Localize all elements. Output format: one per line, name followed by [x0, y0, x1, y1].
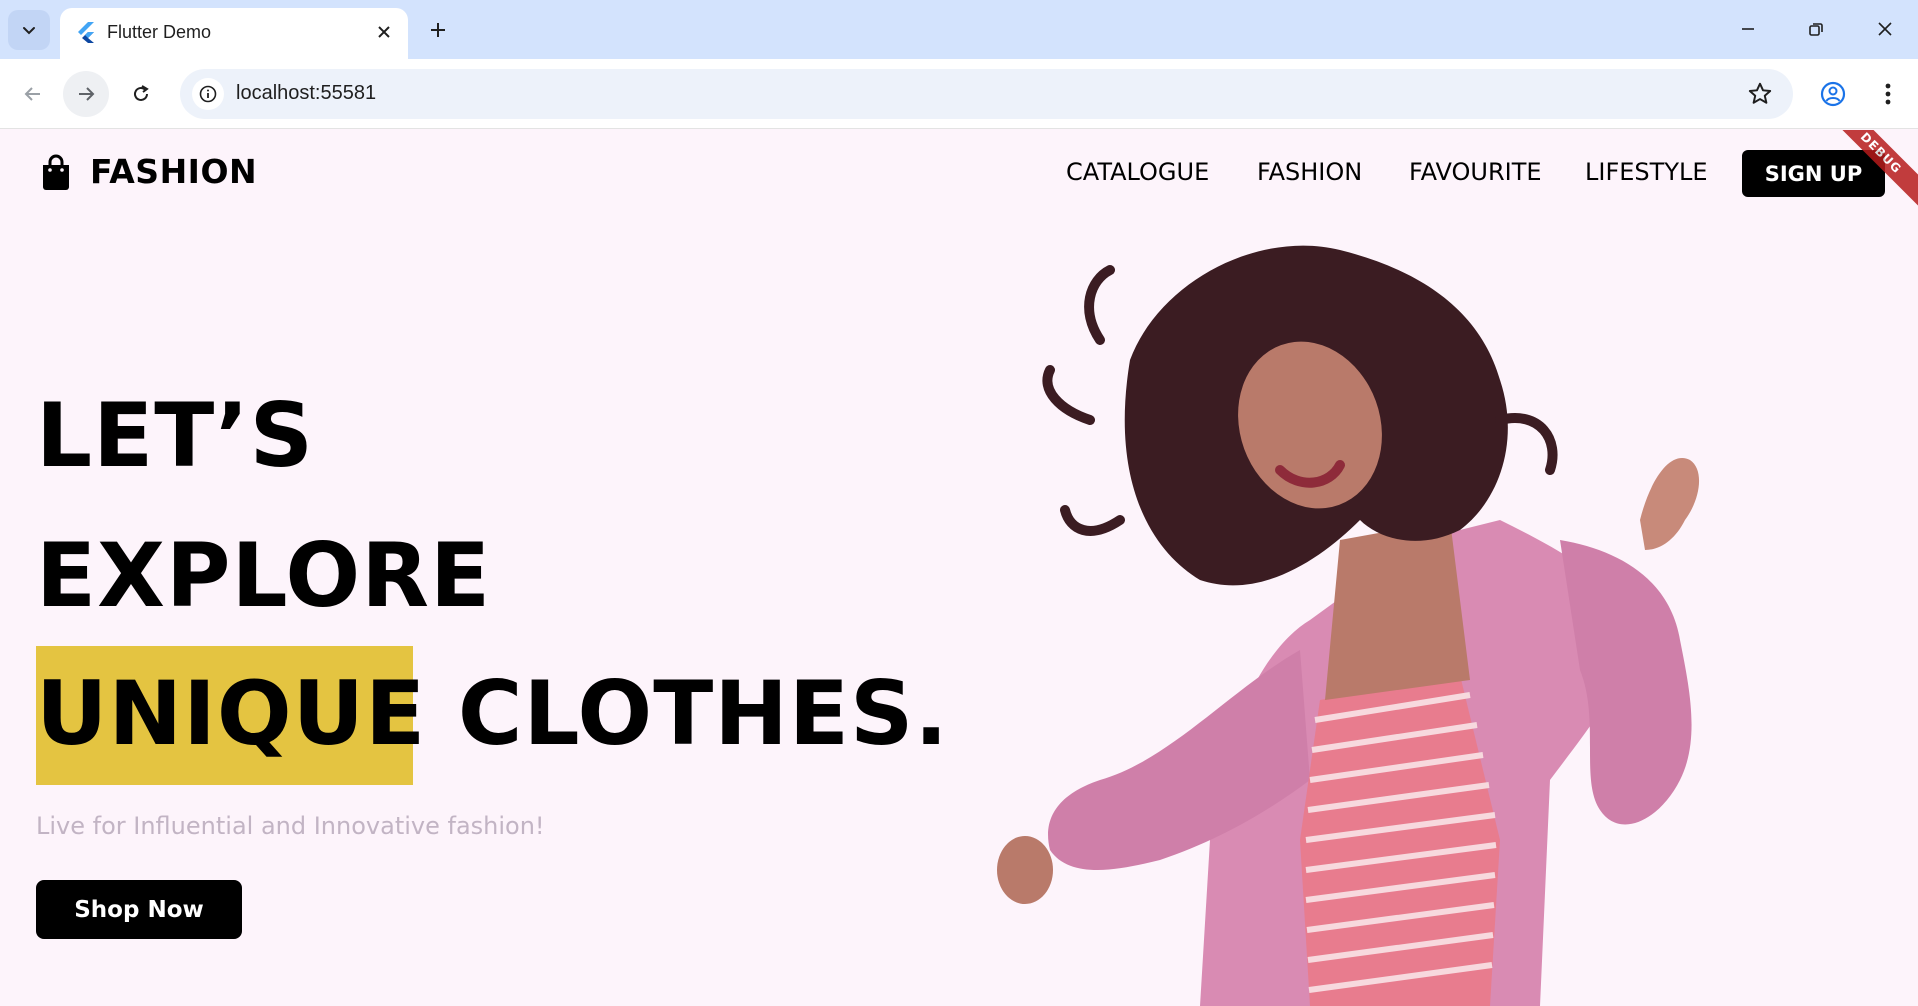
reload-button[interactable]	[118, 71, 164, 117]
bookmark-star-icon[interactable]	[1747, 81, 1773, 107]
restore-button[interactable]	[1801, 14, 1831, 44]
tab-search-button[interactable]	[8, 10, 50, 50]
new-tab-button[interactable]	[424, 16, 452, 44]
arrow-right-icon	[79, 87, 95, 101]
more-vertical-icon	[1885, 83, 1891, 105]
arrow-left-icon	[24, 87, 40, 101]
plus-icon	[431, 23, 445, 37]
brand-name: FASHION	[90, 152, 258, 191]
nav-link-catalogue[interactable]: CATALOGUE	[1066, 158, 1209, 186]
chevron-down-icon	[23, 27, 35, 35]
site-info-button[interactable]	[192, 78, 224, 110]
hero-heading-line-3: UNIQUE CLOTHES.	[36, 670, 949, 758]
back-button[interactable]	[10, 71, 56, 117]
page-viewport: FASHION CATALOGUE FASHION FAVOURITE LIFE…	[0, 130, 1918, 1006]
nav-link-lifestyle[interactable]: LIFESTYLE	[1585, 158, 1708, 186]
flutter-logo-icon	[78, 22, 94, 43]
forward-button[interactable]	[63, 71, 109, 117]
hero-heading-word: CLOTHES.	[457, 662, 949, 765]
menu-button[interactable]	[1873, 79, 1903, 109]
hero-heading-line-2: EXPLORE	[36, 524, 492, 627]
minimize-button[interactable]	[1733, 14, 1763, 44]
shop-now-button[interactable]: Shop Now	[36, 880, 242, 939]
address-bar[interactable]: localhost:55581	[180, 69, 1793, 119]
brand-logo[interactable]: FASHION	[40, 152, 257, 191]
url-text: localhost:55581	[236, 82, 377, 104]
minimize-icon	[1742, 28, 1754, 30]
close-window-button[interactable]	[1870, 14, 1900, 44]
close-icon	[378, 26, 390, 38]
hero-heading-line-1: LET’S	[36, 384, 315, 487]
nav-link-fashion[interactable]: FASHION	[1257, 158, 1362, 186]
hero-highlight-word: UNIQUE	[36, 662, 427, 765]
tab-title: Flutter Demo	[107, 22, 212, 42]
close-icon	[1878, 22, 1892, 36]
profile-button[interactable]	[1818, 79, 1848, 109]
tab-close-button[interactable]	[372, 20, 396, 44]
hero-tagline: Live for Influential and Innovative fash…	[36, 812, 545, 840]
account-circle-icon	[1820, 81, 1846, 107]
browser-toolbar: localhost:55581	[0, 59, 1918, 129]
nav-link-favourite[interactable]: FAVOURITE	[1409, 158, 1542, 186]
browser-tab[interactable]: Flutter Demo	[60, 8, 408, 59]
restore-icon	[1809, 23, 1823, 36]
shopping-bag-icon	[43, 154, 69, 190]
info-icon	[199, 85, 217, 103]
browser-tabstrip: Flutter Demo	[0, 0, 1918, 59]
hero-model-image	[997, 245, 1700, 1006]
sign-up-button[interactable]: SIGN UP	[1742, 150, 1885, 197]
reload-icon	[134, 85, 149, 101]
